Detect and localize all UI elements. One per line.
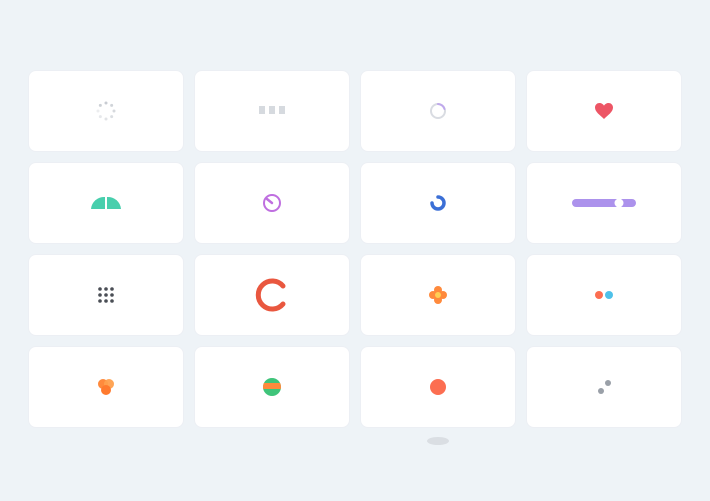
spinner-card-bouncing-ball[interactable]: [360, 346, 516, 428]
spinner-card-heart[interactable]: [526, 70, 682, 152]
spinner-card-clock-arc[interactable]: [194, 162, 350, 244]
spinner-card-diag-dots[interactable]: [526, 346, 682, 428]
flower-dot-icon: [428, 285, 448, 305]
bouncing-ball-icon: [428, 377, 448, 397]
spinner-card-thin-arc[interactable]: [360, 70, 516, 152]
spinner-card-blue-arc[interactable]: [360, 162, 516, 244]
spinner-card-crescent[interactable]: [194, 254, 350, 336]
spinner-card-flower-dot[interactable]: [360, 254, 516, 336]
clock-arc-icon: [261, 192, 283, 214]
three-bars-icon: [259, 106, 285, 116]
spinner-card-three-bars[interactable]: [194, 70, 350, 152]
fan-wings-icon: [89, 194, 123, 212]
ball-shadow-icon: [427, 437, 449, 445]
circle-dots-icon: [96, 101, 116, 121]
spinner-card-fan-wings[interactable]: [28, 162, 184, 244]
spinner-card-progress-bar[interactable]: [526, 162, 682, 244]
spinner-card-two-dots[interactable]: [526, 254, 682, 336]
thin-arc-icon: [428, 101, 448, 121]
two-dots-icon: [593, 290, 615, 300]
spinner-card-three-circles[interactable]: [28, 346, 184, 428]
crescent-icon: [255, 278, 289, 312]
spinner-grid: [28, 70, 682, 428]
bicolor-ball-icon: [262, 377, 282, 397]
spinner-card-bicolor-ball[interactable]: [194, 346, 350, 428]
spinner-card-circle-dots[interactable]: [28, 70, 184, 152]
spinner-card-dot-grid[interactable]: [28, 254, 184, 336]
dot-grid-icon: [97, 286, 115, 304]
progress-bar-icon: [572, 198, 636, 208]
three-circles-icon: [95, 377, 117, 397]
heart-icon: [594, 102, 614, 120]
blue-arc-icon: [429, 194, 447, 212]
diag-dots-icon: [594, 377, 614, 397]
